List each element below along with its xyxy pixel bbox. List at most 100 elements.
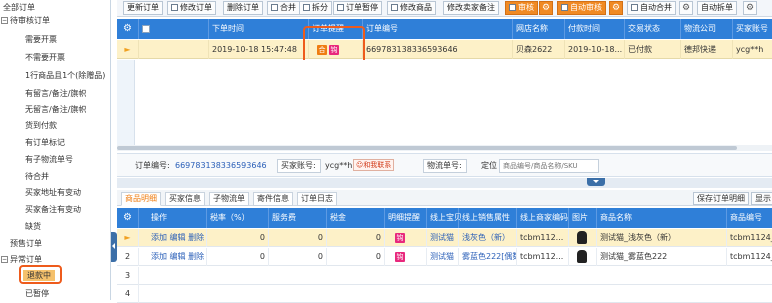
split-button[interactable]: 拆分 — [299, 1, 332, 15]
online-attr[interactable]: 浅灰色（新） — [459, 229, 517, 247]
tree-item-single-item[interactable]: 1行商品且1个(除赠品) — [25, 70, 105, 81]
pause-order-button[interactable]: 订单暂停 — [333, 1, 382, 15]
auto-review-button[interactable]: 自动审核 — [557, 1, 606, 15]
collapse-icon[interactable]: − — [1, 17, 8, 24]
col-order-time[interactable]: 下单时间 — [209, 19, 309, 39]
col-online-code[interactable]: 线上商家编码 — [517, 208, 569, 228]
refresh-orders-button[interactable]: 更新订单 — [123, 1, 163, 15]
detail-settings-gear-icon[interactable]: ⚙ — [117, 208, 139, 228]
tree-label: 有子物流单号 — [25, 155, 73, 164]
auto-merge-button[interactable]: 自动合并 — [627, 1, 676, 15]
position-search-input[interactable] — [499, 159, 599, 173]
order-no-value[interactable]: 669783138336593646 — [175, 160, 267, 172]
tree-item-address-changed[interactable]: 买家地址有变动 — [25, 187, 81, 198]
tab-sub-logistics[interactable]: 子物流单 — [209, 192, 249, 206]
tree-item-all-orders[interactable]: 全部订单 — [3, 2, 35, 13]
detail-row[interactable]: 2 添加 编辑 删除 0 0 0 钩 测试猫 雾蓝色222[偶数] tcbm11… — [117, 248, 772, 266]
tree-item-sub-logistics[interactable]: 有子物流单号 — [25, 154, 73, 165]
tab-product-detail[interactable]: 商品明细 — [121, 192, 161, 206]
collapse-icon[interactable]: − — [1, 256, 8, 263]
edit-product-button[interactable]: 修改商品 — [387, 1, 436, 15]
review-button[interactable]: 审核 — [505, 1, 538, 15]
review-settings-gear-icon[interactable]: ⚙ — [539, 1, 553, 15]
tree-label: 有订单标记 — [25, 138, 65, 147]
order-grid-scrollbar[interactable] — [117, 145, 772, 151]
tree-item-paused[interactable]: 已暂停 — [25, 288, 49, 299]
hook-badge: 钩 — [395, 232, 405, 243]
merge-button[interactable]: 合并 — [267, 1, 300, 15]
tree-item-pending-review[interactable]: − 待审核订单 — [1, 15, 50, 26]
panel-splitter[interactable] — [117, 178, 772, 188]
product-thumbnail[interactable] — [577, 250, 587, 263]
row-actions[interactable]: 添加 编辑 删除 — [139, 248, 207, 266]
col-buyer-account[interactable]: 买家账号 — [733, 19, 772, 39]
grid-settings-gear-icon[interactable]: ⚙ — [117, 19, 139, 39]
tree-item-order-mark[interactable]: 有订单标记 — [25, 137, 65, 148]
detail-row-empty[interactable]: 3 — [117, 267, 772, 285]
tree-item-need-invoice[interactable]: 需要开票 — [25, 34, 57, 45]
auto-review-gear-icon[interactable]: ⚙ — [609, 1, 623, 15]
col-paid-time[interactable]: 付款时间 — [565, 19, 625, 39]
scrollbar-thumb[interactable] — [117, 146, 737, 150]
contact-buyer-button[interactable]: ☺和我联系 — [353, 159, 395, 171]
save-order-detail-button[interactable]: 保存订单明细 — [693, 192, 749, 205]
main-panel: 更新订单 修改订单 删除订单 合并 拆分 订单暂停 修改商品 修改卖家备注 审核… — [117, 0, 772, 303]
online-item[interactable]: 测试猫 — [427, 248, 459, 266]
detail-row-empty[interactable]: 4 — [117, 285, 772, 303]
splitter-toggle-icon[interactable] — [587, 178, 605, 186]
col-tax[interactable]: 税金 — [327, 208, 385, 228]
tree-item-has-remarks[interactable]: 有留言/备注/旗帜 — [25, 88, 86, 99]
tree-item-out-of-stock[interactable]: 缺货 — [25, 221, 41, 232]
delete-order-button[interactable]: 删除订单 — [223, 1, 263, 15]
tree-item-remark-changed[interactable]: 买家备注有变动 — [25, 204, 81, 215]
edit-seller-remark-button[interactable]: 修改卖家备注 — [443, 1, 499, 15]
tab-buyer-info[interactable]: 买家信息 — [165, 192, 205, 206]
col-order-no[interactable]: 订单编号 — [363, 19, 513, 39]
tree-label: 买家备注有变动 — [25, 205, 81, 214]
order-row[interactable]: ► 2019-10-18 15:47:48 合钩 669783138336593… — [117, 40, 772, 59]
product-thumbnail[interactable] — [577, 231, 587, 244]
select-all-checkbox[interactable] — [142, 24, 150, 33]
product-image[interactable] — [569, 229, 597, 247]
col-detail-reminder[interactable]: 明细提醒 — [385, 208, 427, 228]
auto-split-gear-icon[interactable]: ⚙ — [743, 1, 757, 15]
col-online-item[interactable]: 线上宝贝 — [427, 208, 462, 228]
tree-item-presale[interactable]: 预售订单 — [10, 238, 42, 249]
detail-row[interactable]: ► 添加 编辑 删除 0 0 0 钩 测试猫 浅灰色（新） tcbm112...… — [117, 229, 772, 247]
auto-merge-gear-icon[interactable]: ⚙ — [679, 1, 693, 15]
pause-icon — [337, 4, 344, 11]
col-tax-rate[interactable]: 税率（%） — [207, 208, 269, 228]
tree-item-abnormal[interactable]: − 异常订单 — [1, 254, 42, 265]
edit-order-button[interactable]: 修改订单 — [167, 1, 216, 15]
tree-item-no-remarks[interactable]: 无留言/备注/旗帜 — [25, 104, 86, 115]
auto-split-button[interactable]: 自动拆单 — [697, 1, 737, 15]
col-actions[interactable]: 操作 — [139, 208, 207, 228]
toolbar: 更新订单 修改订单 删除订单 合并 拆分 订单暂停 修改商品 修改卖家备注 审核… — [117, 0, 772, 17]
col-trade-status[interactable]: 交易状态 — [625, 19, 681, 39]
col-image[interactable]: 图片 — [569, 208, 597, 228]
paid-time: 2019-10-18... — [565, 40, 625, 59]
online-attr[interactable]: 雾蓝色222[偶数] — [459, 248, 517, 266]
row-actions[interactable]: 添加 编辑 删除 — [139, 229, 207, 247]
tree-label: 货到付款 — [25, 121, 57, 130]
logistics-company: 德邦快递 — [681, 40, 733, 59]
tab-sender-info[interactable]: 寄件信息 — [253, 192, 293, 206]
select-all-checkbox-cell[interactable] — [139, 19, 209, 39]
tab-order-log[interactable]: 订单日志 — [297, 192, 337, 206]
col-online-attr[interactable]: 线上销售属性 — [459, 208, 517, 228]
tree-label: 无留言/备注/旗帜 — [25, 105, 87, 114]
online-item[interactable]: 测试猫 — [427, 229, 459, 247]
col-logistics[interactable]: 物流公司 — [681, 19, 733, 39]
tree-item-no-invoice[interactable]: 不需要开票 — [25, 52, 65, 63]
product-image[interactable] — [569, 248, 597, 266]
col-product-code[interactable]: 商品编号 — [727, 208, 772, 228]
col-service-fee[interactable]: 服务费 — [269, 208, 327, 228]
col-shop-name[interactable]: 网店名称 — [513, 19, 565, 39]
merge-icon — [631, 4, 638, 11]
col-product-name[interactable]: 商品名称 — [597, 208, 727, 228]
display-button[interactable]: 显示 — [751, 192, 772, 205]
highlight-refunding — [19, 265, 62, 284]
row-checkbox-cell[interactable] — [139, 40, 209, 59]
tree-item-to-merge[interactable]: 待合并 — [25, 171, 49, 182]
tree-item-cod[interactable]: 货到付款 — [25, 120, 57, 131]
